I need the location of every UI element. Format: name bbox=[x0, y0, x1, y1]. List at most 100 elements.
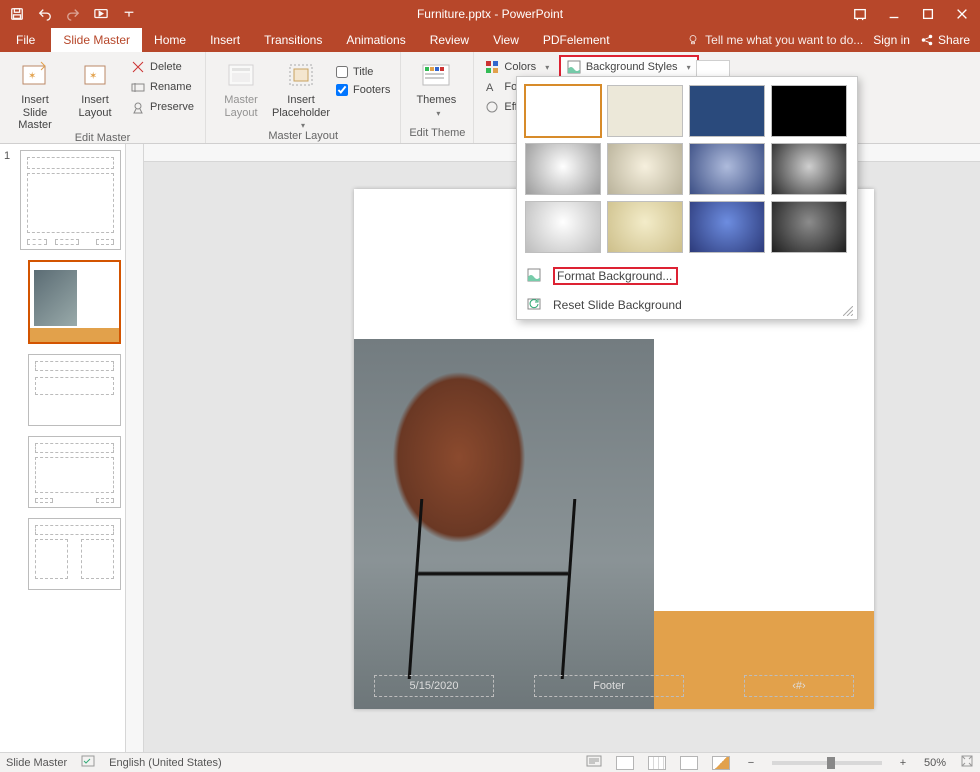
tab-animations[interactable]: Animations bbox=[334, 28, 417, 52]
background-styles-icon bbox=[567, 60, 581, 74]
zoom-slider[interactable] bbox=[772, 761, 882, 765]
zoom-slider-thumb[interactable] bbox=[827, 757, 835, 769]
ribbon-display-options-icon[interactable] bbox=[852, 6, 868, 22]
minimize-icon[interactable] bbox=[886, 6, 902, 22]
tab-view[interactable]: View bbox=[481, 28, 531, 52]
bg-style-10[interactable] bbox=[607, 201, 683, 253]
zoom-out-button[interactable]: − bbox=[744, 757, 758, 769]
menu-resize-grip-icon[interactable] bbox=[843, 305, 853, 315]
themes-icon bbox=[420, 60, 452, 92]
footers-checkbox[interactable]: Footers bbox=[334, 82, 392, 98]
group-master-layout-label: Master Layout bbox=[214, 130, 392, 144]
preserve-button[interactable]: Preserve bbox=[128, 98, 197, 116]
bg-style-7[interactable] bbox=[689, 143, 765, 195]
tab-home[interactable]: Home bbox=[142, 28, 198, 52]
bg-style-2[interactable] bbox=[607, 85, 683, 137]
vertical-ruler bbox=[126, 144, 144, 752]
bg-style-5[interactable] bbox=[525, 143, 601, 195]
delete-label: Delete bbox=[150, 61, 182, 73]
tab-pdfelement[interactable]: PDFelement bbox=[531, 28, 622, 52]
bg-style-4[interactable] bbox=[771, 85, 847, 137]
group-edit-theme-label: Edit Theme bbox=[409, 127, 465, 141]
rename-button[interactable]: Rename bbox=[128, 78, 197, 96]
themes-button[interactable]: Themes bbox=[409, 56, 463, 118]
reset-slide-background-menuitem[interactable]: Reset Slide Background bbox=[517, 291, 857, 319]
thumb-master[interactable] bbox=[20, 150, 121, 250]
normal-view-button[interactable] bbox=[616, 756, 634, 770]
close-icon[interactable] bbox=[954, 6, 970, 22]
lightbulb-icon bbox=[687, 34, 699, 46]
footers-checkbox-label: Footers bbox=[353, 84, 390, 96]
effects-icon bbox=[485, 100, 499, 114]
tab-file[interactable]: File bbox=[0, 28, 51, 52]
tab-insert[interactable]: Insert bbox=[198, 28, 252, 52]
thumb-layout-1[interactable] bbox=[28, 260, 121, 344]
insert-layout-button[interactable]: ✶ Insert Layout bbox=[68, 56, 122, 119]
master-layout-button[interactable]: Master Layout bbox=[214, 56, 268, 119]
fonts-icon: A bbox=[485, 80, 499, 94]
notes-button[interactable] bbox=[586, 755, 602, 770]
bg-style-11[interactable] bbox=[689, 201, 765, 253]
colors-icon bbox=[485, 60, 499, 74]
thumbnail-pane[interactable]: 1 bbox=[0, 144, 126, 752]
tab-review[interactable]: Review bbox=[418, 28, 481, 52]
slide-number-placeholder[interactable]: ‹#› bbox=[744, 675, 854, 697]
tab-slide-master[interactable]: Slide Master bbox=[51, 28, 142, 52]
quick-access-toolbar bbox=[0, 5, 146, 23]
slide-image bbox=[354, 339, 654, 709]
share-button[interactable]: Share bbox=[920, 33, 970, 47]
footer-placeholder[interactable]: Footer bbox=[534, 675, 684, 697]
themes-label: Themes bbox=[416, 94, 456, 107]
date-placeholder[interactable]: 5/15/2020 bbox=[374, 675, 494, 697]
tab-transitions[interactable]: Transitions bbox=[252, 28, 334, 52]
status-language[interactable]: English (United States) bbox=[109, 757, 222, 769]
redo-icon[interactable] bbox=[64, 5, 82, 23]
bg-style-1[interactable] bbox=[525, 85, 601, 137]
status-bar: Slide Master English (United States) − +… bbox=[0, 752, 980, 772]
maximize-icon[interactable] bbox=[920, 6, 936, 22]
bg-style-8[interactable] bbox=[771, 143, 847, 195]
reset-slide-background-icon bbox=[527, 297, 543, 313]
title-checkbox[interactable]: Title bbox=[334, 64, 392, 80]
status-mode: Slide Master bbox=[6, 757, 67, 769]
thumb-layout-3[interactable] bbox=[28, 436, 121, 508]
insert-placeholder-icon bbox=[285, 60, 317, 92]
svg-text:✶: ✶ bbox=[89, 71, 97, 82]
preserve-label: Preserve bbox=[150, 101, 194, 113]
zoom-in-button[interactable]: + bbox=[896, 757, 910, 769]
start-slideshow-icon[interactable] bbox=[92, 5, 110, 23]
footer-placeholder-text: Footer bbox=[593, 680, 625, 692]
qat-dropdown-icon[interactable] bbox=[120, 5, 138, 23]
reading-view-button[interactable] bbox=[680, 756, 698, 770]
insert-placeholder-label: Insert Placeholder bbox=[272, 94, 330, 119]
bg-style-3[interactable] bbox=[689, 85, 765, 137]
title-bar: Furniture.pptx - PowerPoint bbox=[0, 0, 980, 28]
fit-to-window-button[interactable] bbox=[960, 754, 974, 771]
undo-icon[interactable] bbox=[36, 5, 54, 23]
group-edit-theme: Themes Edit Theme bbox=[401, 52, 474, 143]
bg-style-6[interactable] bbox=[607, 143, 683, 195]
format-background-label: Format Background... bbox=[553, 267, 678, 285]
share-icon bbox=[920, 33, 934, 47]
group-edit-master: ✶ Insert Slide Master ✶ Insert Layout De… bbox=[0, 52, 206, 143]
bg-style-9[interactable] bbox=[525, 201, 601, 253]
format-background-menuitem[interactable]: Format Background... bbox=[517, 261, 857, 291]
delete-button[interactable]: Delete bbox=[128, 58, 197, 76]
group-master-layout: Master Layout Insert Placeholder Title F… bbox=[206, 52, 401, 143]
zoom-level[interactable]: 50% bbox=[924, 757, 946, 769]
thumb-layout-2[interactable] bbox=[28, 354, 121, 426]
tell-me-search[interactable]: Tell me what you want to do... bbox=[687, 33, 863, 47]
save-icon[interactable] bbox=[8, 5, 26, 23]
thumb-layout-4[interactable] bbox=[28, 518, 121, 590]
spellcheck-icon[interactable] bbox=[81, 754, 95, 771]
colors-dropdown[interactable]: Colors bbox=[482, 58, 553, 76]
sign-in-link[interactable]: Sign in bbox=[873, 33, 910, 47]
svg-text:✶: ✶ bbox=[28, 71, 36, 82]
background-styles-dropdown[interactable]: Background Styles bbox=[560, 56, 698, 78]
slideshow-view-button[interactable] bbox=[712, 756, 730, 770]
slide-sorter-view-button[interactable] bbox=[648, 756, 666, 770]
insert-slide-master-button[interactable]: ✶ Insert Slide Master bbox=[8, 56, 62, 132]
slide-number-placeholder-text: ‹#› bbox=[792, 680, 805, 692]
bg-style-12[interactable] bbox=[771, 201, 847, 253]
insert-placeholder-button[interactable]: Insert Placeholder bbox=[274, 56, 328, 130]
